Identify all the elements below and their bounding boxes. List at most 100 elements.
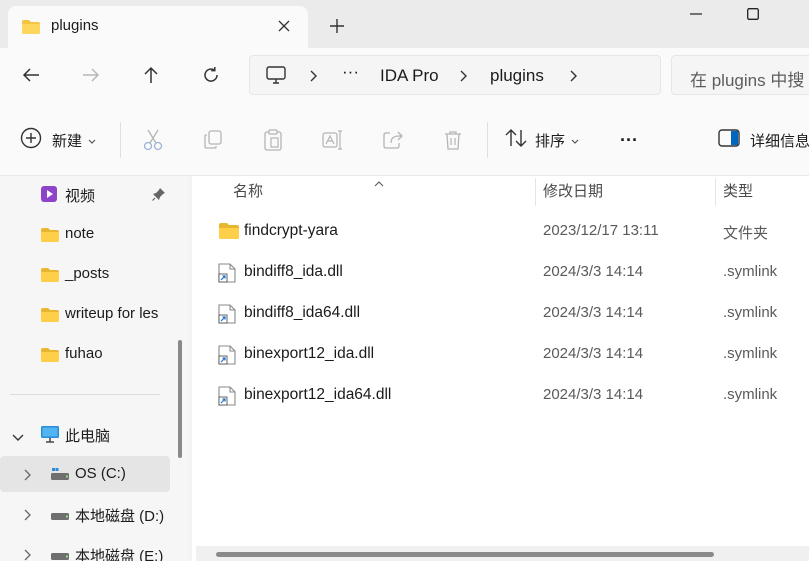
file-modified: 2024/3/3 14:14 xyxy=(543,345,644,362)
file-row[interactable]: findcrypt-yara 2023/12/17 13:11 文件夹 xyxy=(196,212,809,252)
folder-icon xyxy=(40,227,60,247)
search-input[interactable]: 在 plugins 中搜 xyxy=(671,55,809,95)
file-type: .symlink xyxy=(723,304,778,321)
sidebar-item-label: 此电脑 xyxy=(65,428,111,445)
sort-button[interactable]: 排序 xyxy=(505,126,585,154)
file-row[interactable]: bindiff8_ida.dll 2024/3/3 14:14 .symlink xyxy=(196,253,809,293)
cut-icon[interactable] xyxy=(139,126,167,154)
column-header-modified[interactable]: 修改日期 xyxy=(543,180,603,201)
sidebar-divider xyxy=(10,394,160,395)
column-divider[interactable] xyxy=(535,178,536,206)
back-icon[interactable] xyxy=(14,58,48,92)
file-modified: 2023/12/17 13:11 xyxy=(543,222,659,239)
more-options-button[interactable]: ··· xyxy=(612,126,646,154)
share-icon[interactable] xyxy=(379,126,407,154)
file-name: bindiff8_ida64.dll xyxy=(244,304,361,321)
file-name: binexport12_ida64.dll xyxy=(244,386,392,403)
chevron-right-icon xyxy=(460,69,468,86)
column-divider[interactable] xyxy=(715,178,716,206)
details-pane-icon xyxy=(718,129,740,151)
copy-icon[interactable] xyxy=(199,126,227,154)
computer-icon xyxy=(40,425,60,447)
file-row[interactable]: binexport12_ida64.dll 2024/3/3 14:14 .sy… xyxy=(196,376,809,416)
file-name: binexport12_ida.dll xyxy=(244,345,375,362)
chevron-down-icon[interactable] xyxy=(12,429,24,446)
file-name: findcrypt-yara xyxy=(244,222,338,239)
symlink-file-icon xyxy=(218,263,236,287)
folder-icon xyxy=(21,19,41,39)
address-bar[interactable]: ··· IDA Pro plugins xyxy=(249,55,661,95)
horizontal-scrollbar-thumb[interactable] xyxy=(216,552,714,557)
sidebar-item-videos[interactable]: 视频 xyxy=(0,176,170,212)
breadcrumb-plugins[interactable]: plugins xyxy=(490,66,544,86)
sidebar-item-drive-c[interactable]: OS (C:) xyxy=(0,456,170,492)
sidebar-item-this-pc[interactable]: 此电脑 xyxy=(0,416,170,452)
drive-icon xyxy=(50,549,70,561)
column-header-name[interactable]: 名称 xyxy=(233,180,263,201)
toolbar-divider xyxy=(120,122,121,158)
folder-icon xyxy=(218,222,240,244)
new-button-label: 新建 xyxy=(52,132,83,150)
sidebar-scrollbar[interactable] xyxy=(178,340,182,458)
chevron-down-icon xyxy=(571,132,579,149)
sidebar-item-label: writeup for les xyxy=(65,305,159,322)
maximize-icon[interactable] xyxy=(733,0,773,28)
sidebar-item-label: note xyxy=(65,225,95,242)
up-icon[interactable] xyxy=(134,58,168,92)
file-type: .symlink xyxy=(723,345,778,362)
details-pane-label: 详细信息 xyxy=(750,132,809,150)
sidebar-item-label: OS (C:) xyxy=(75,465,126,482)
sidebar-item-fuhao[interactable]: fuhao xyxy=(0,336,170,372)
os-drive-icon xyxy=(50,467,70,485)
file-modified: 2024/3/3 14:14 xyxy=(543,263,644,280)
chevron-right-icon[interactable] xyxy=(24,508,32,525)
symlink-file-icon xyxy=(218,386,236,410)
sidebar-item-drive-d[interactable]: 本地磁盘 (D:) xyxy=(0,496,170,532)
folder-icon xyxy=(40,307,60,327)
folder-icon xyxy=(40,347,60,367)
sidebar-item-posts[interactable]: _posts xyxy=(0,256,170,292)
pin-icon[interactable] xyxy=(152,187,166,205)
close-tab-icon[interactable] xyxy=(270,12,298,40)
tab-title: plugins xyxy=(51,17,99,34)
details-pane-button[interactable]: 详细信息 xyxy=(718,126,809,154)
sidebar-item-label: 本地磁盘 (E:) xyxy=(75,548,164,561)
breadcrumb-ida-pro[interactable]: IDA Pro xyxy=(380,66,439,86)
symlink-file-icon xyxy=(218,345,236,369)
new-button[interactable]: 新建 xyxy=(20,126,104,154)
sidebar-item-writeup[interactable]: writeup for les xyxy=(0,296,170,332)
paste-icon[interactable] xyxy=(259,126,287,154)
chevron-right-icon[interactable] xyxy=(570,69,578,86)
column-header-type[interactable]: 类型 xyxy=(723,180,753,201)
tab-plugins[interactable]: plugins xyxy=(8,6,308,48)
search-placeholder: 在 plugins 中搜 xyxy=(690,71,805,90)
file-row[interactable]: bindiff8_ida64.dll 2024/3/3 14:14 .symli… xyxy=(196,294,809,334)
sidebar-item-drive-e[interactable]: 本地磁盘 (E:) xyxy=(0,536,170,561)
file-name: bindiff8_ida.dll xyxy=(244,263,343,280)
chevron-right-icon[interactable] xyxy=(24,548,32,561)
chevron-right-icon xyxy=(310,69,318,86)
delete-icon[interactable] xyxy=(439,126,467,154)
chevron-down-icon xyxy=(88,132,96,149)
chevron-right-icon[interactable] xyxy=(24,468,32,485)
sidebar-item-label: fuhao xyxy=(65,345,103,362)
forward-icon[interactable] xyxy=(74,58,108,92)
file-modified: 2024/3/3 14:14 xyxy=(543,304,644,321)
sort-icon xyxy=(505,128,527,152)
rename-icon[interactable] xyxy=(319,126,347,154)
sort-ascending-icon xyxy=(374,174,384,191)
this-pc-icon xyxy=(266,66,286,88)
sort-button-label: 排序 xyxy=(535,132,566,150)
breadcrumb-overflow[interactable]: ··· xyxy=(342,62,359,82)
sidebar-item-label: 本地磁盘 (D:) xyxy=(75,508,165,525)
sidebar-item-note[interactable]: note xyxy=(0,216,170,252)
new-tab-icon[interactable] xyxy=(324,13,350,39)
toolbar-divider xyxy=(487,122,488,158)
refresh-icon[interactable] xyxy=(194,58,228,92)
plus-circle-icon xyxy=(20,127,42,153)
minimize-icon[interactable] xyxy=(676,0,716,28)
file-type: 文件夹 xyxy=(723,225,769,242)
file-row[interactable]: binexport12_ida.dll 2024/3/3 14:14 .syml… xyxy=(196,335,809,375)
file-type: .symlink xyxy=(723,263,778,280)
sidebar-item-label: _posts xyxy=(65,265,110,282)
